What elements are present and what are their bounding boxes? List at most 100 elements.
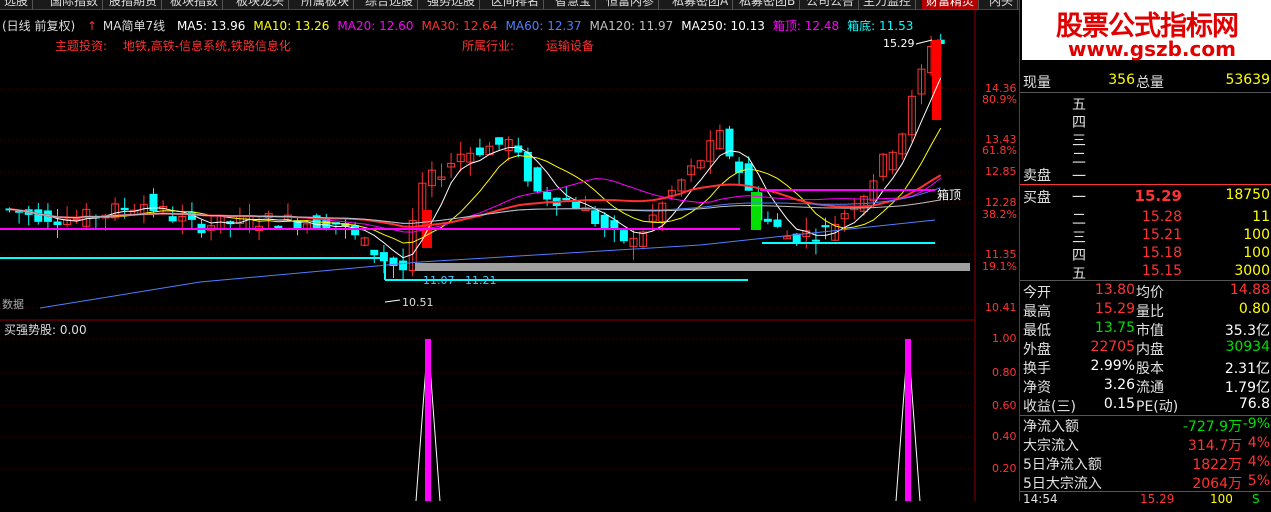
pct-tick-2: 38.2% xyxy=(982,208,1017,221)
stat-value: 2.31亿 xyxy=(1224,361,1270,377)
stat-label: PE(动) xyxy=(1136,399,1179,415)
osc-tick-4: 0.20 xyxy=(992,462,1017,475)
candle-body xyxy=(600,214,609,229)
buy-qty: 100 xyxy=(1243,245,1270,261)
divider xyxy=(1020,280,1271,281)
stat-label: 净资 xyxy=(1023,380,1051,396)
flow-label: 5日大宗流入 xyxy=(1023,476,1102,492)
flow-value: -727.9万 xyxy=(1182,419,1242,435)
flow-pct: 5% xyxy=(1247,473,1270,489)
support-band xyxy=(415,263,970,271)
theme-label: 主题投资: xyxy=(55,39,108,53)
sell-label-text: 卖盘 xyxy=(1023,168,1051,184)
buy-level-label: 三 xyxy=(1072,230,1086,246)
buy-qty: 3000 xyxy=(1234,263,1270,279)
divider xyxy=(1020,92,1271,93)
candle-body xyxy=(571,201,580,209)
stat-label: 换手 xyxy=(1023,361,1051,377)
flow-row-2: 5日净流入额 1822万 4% xyxy=(1020,454,1271,474)
candle-body xyxy=(543,191,552,200)
quote-panel: 股票公式指标网 www.gszb.com 现量 356 总量 53639 五四三… xyxy=(1019,0,1271,506)
site-logo: 股票公式指标网 www.gszb.com xyxy=(1022,0,1271,61)
ma-value-7: 箱顶: 12.48 xyxy=(772,19,840,33)
candle-body xyxy=(763,218,772,222)
osc-tick-3: 0.40 xyxy=(992,430,1017,443)
ma-value-8: 箱底: 11.53 xyxy=(847,19,914,33)
flow-label: 净流入额 xyxy=(1023,419,1079,435)
theme-value[interactable]: 地铁,高铁-信息系统,铁路信息化 xyxy=(123,39,291,53)
ma-arrow-icon[interactable]: ↑ xyxy=(87,19,97,33)
stat-row-6: 收益(三) 0.15 PE(动) 76.8 xyxy=(1020,396,1271,416)
total-volume: 53639 xyxy=(1225,72,1270,88)
candle-body xyxy=(811,239,820,242)
kline-chart[interactable] xyxy=(0,0,1019,501)
price-tick-2: 12.85 xyxy=(985,165,1017,178)
osc-tick-1: 0.80 xyxy=(992,366,1017,379)
stat-value: 35.3亿 xyxy=(1224,323,1270,339)
flow-value: 314.7万 xyxy=(1187,438,1242,454)
buy-price: 15.29 xyxy=(1134,187,1182,205)
industry-info: 所属行业: 运输设备 xyxy=(462,37,594,54)
buy-level-2[interactable]: 二 15.28 11 xyxy=(1020,209,1271,229)
candle-body xyxy=(274,225,283,229)
theme-investment: 主题投资: 地铁,高铁-信息系统,铁路信息化 xyxy=(55,37,291,54)
candle-body xyxy=(120,207,129,211)
stat-row-4: 换手 2.99% 股本 2.31亿 xyxy=(1020,358,1271,378)
flow-pct: 4% xyxy=(1247,454,1270,470)
buy-qty: 18750 xyxy=(1225,187,1270,203)
ma-values: MA5: 13.96 MA10: 13.26 MA20: 12.60 MA30: 12… xyxy=(177,19,921,33)
buy-level-1[interactable]: 一 15.29 18750 xyxy=(1020,187,1271,207)
price-tick-5: 10.41 xyxy=(985,301,1017,314)
candle-body xyxy=(379,252,388,262)
buy-level-4[interactable]: 四 15.18 100 xyxy=(1020,245,1271,265)
buy-price: 15.28 xyxy=(1141,209,1182,225)
ma-indicator-title[interactable]: MA简单7线 xyxy=(103,19,165,33)
industry-value[interactable]: 运输设备 xyxy=(546,39,594,53)
current-volume: 356 xyxy=(1108,72,1135,88)
stat-label: 均价 xyxy=(1136,285,1164,301)
candle-body xyxy=(591,210,600,225)
low-label-1: 11.07 xyxy=(423,274,455,287)
sell-level-5[interactable]: 五 xyxy=(1020,94,1271,114)
ma-line-20 xyxy=(9,177,942,233)
buy-price: 15.15 xyxy=(1141,263,1182,279)
sell-level-4[interactable]: 四 xyxy=(1020,112,1271,132)
pct-tick-3: 19.1% xyxy=(982,260,1017,273)
candle-body xyxy=(610,220,619,230)
flow-pct: 4% xyxy=(1247,435,1270,451)
ma-line-60 xyxy=(9,187,941,224)
pct-tick-1: 61.8% xyxy=(982,144,1017,157)
indicator-title[interactable]: 买强势股: 0.00 xyxy=(4,321,87,338)
sell-level-label: 五 xyxy=(1072,97,1086,113)
stat-row-2: 最低 13.75 市值 35.3亿 xyxy=(1020,320,1271,340)
stat-label: 收益(三) xyxy=(1023,399,1076,415)
stat-value: 2.99% xyxy=(1090,358,1135,374)
pct-tick-0: 80.9% xyxy=(982,93,1017,106)
buy-level-label: 一 xyxy=(1072,190,1086,206)
industry-label: 所属行业: xyxy=(462,39,515,53)
buy-level-label: 四 xyxy=(1072,248,1086,264)
stat-value: 13.75 xyxy=(1094,320,1135,336)
candle-body xyxy=(533,167,542,192)
buy-qty: 100 xyxy=(1243,227,1270,243)
buy-level-3[interactable]: 三 15.21 100 xyxy=(1020,227,1271,247)
stat-value: 0.80 xyxy=(1238,301,1270,317)
stat-label: 流通 xyxy=(1136,380,1164,396)
stat-label: 股本 xyxy=(1136,361,1164,377)
tick-side: S xyxy=(1252,492,1260,506)
chart-mode-label[interactable]: (日线 前复权) xyxy=(2,19,75,33)
stat-value: 1.79亿 xyxy=(1224,380,1270,396)
stat-value: 13.80 xyxy=(1094,282,1135,298)
stat-value: 0.15 xyxy=(1103,396,1135,412)
buy-price: 15.18 xyxy=(1141,245,1182,261)
sell-level-3[interactable]: 三 xyxy=(1020,130,1271,150)
osc-spike-0 xyxy=(425,339,431,501)
tick-row: 14:54 15.29 100 S xyxy=(1020,492,1271,512)
stat-value: 3.26 xyxy=(1103,377,1135,393)
stat-row-1: 最高 15.29 量比 0.80 xyxy=(1020,301,1271,321)
candle-body xyxy=(351,225,360,236)
tick-price: 15.29 xyxy=(1140,492,1175,506)
stat-label: 最低 xyxy=(1023,323,1051,339)
current-volume-label: 现量 xyxy=(1023,75,1051,91)
volume-row: 现量 356 总量 53639 xyxy=(1020,72,1271,92)
